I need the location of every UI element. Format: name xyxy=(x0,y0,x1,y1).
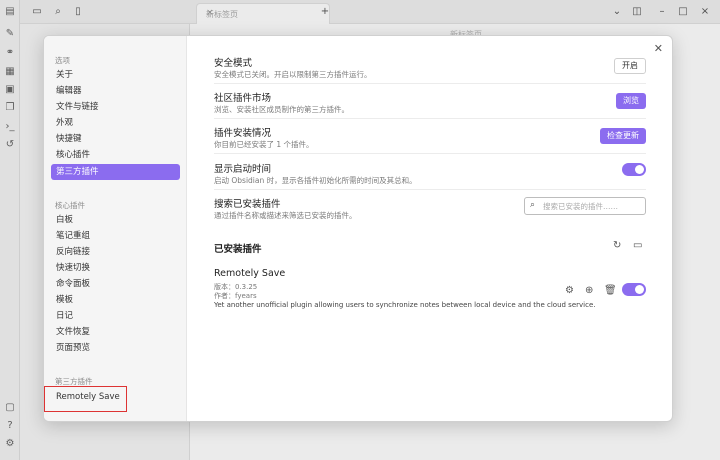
sidebar-item-hotkeys[interactable]: 快捷键 xyxy=(51,131,180,147)
sidebar-item-appearance[interactable]: 外观 xyxy=(51,115,180,131)
plugin-item: Remotely Save 版本：0.3.25 作者：fyears Yet an… xyxy=(214,268,646,310)
setting-title: 插件安装情况 xyxy=(214,128,272,139)
sidebar-item-community-plugins[interactable]: 第三方插件 xyxy=(51,164,180,180)
sidebar-item-page-preview[interactable]: 页面预览 xyxy=(51,340,180,356)
reload-icon[interactable]: ↻ xyxy=(613,240,621,251)
sidebar-item-about[interactable]: 关于 xyxy=(51,67,180,83)
enable-safe-mode-button[interactable]: 开启 xyxy=(614,58,646,74)
check-updates-button[interactable]: 检查更新 xyxy=(600,128,646,144)
sidebar-item-editor[interactable]: 编辑器 xyxy=(51,83,180,99)
setting-desc: 安全模式已关闭。开启以限制第三方插件运行。 xyxy=(214,70,372,79)
installed-plugins-header: 已安装插件 xyxy=(214,244,262,255)
options-header: 选项 xyxy=(55,56,70,65)
setting-desc: 浏览、安装社区成员制作的第三方插件。 xyxy=(214,105,349,114)
sidebar-item-command-palette[interactable]: 命令面板 xyxy=(51,276,180,292)
setting-desc: 启动 Obsidian 时，显示各插件初始化所需的时间及其总和。 xyxy=(214,176,417,185)
settings-sidebar: 选项 关于 编辑器 文件与链接 外观 快捷键 核心插件 第三方插件 核心插件 白… xyxy=(44,36,187,421)
modal-close-icon[interactable]: ✕ xyxy=(654,42,663,55)
settings-content: ✕ 安全模式 安全模式已关闭。开启以限制第三方插件运行。 开启 社区插件市场 浏… xyxy=(187,36,672,421)
search-box: ⌕ xyxy=(524,197,646,215)
sidebar-item-core-plugins[interactable]: 核心插件 xyxy=(51,147,180,163)
browse-button[interactable]: 浏览 xyxy=(616,93,646,109)
sidebar-item-quick-switcher[interactable]: 快速切换 xyxy=(51,260,180,276)
plugin-version: 版本：0.3.25 xyxy=(214,283,258,291)
highlight-box xyxy=(44,386,127,412)
core-plugins-header: 核心插件 xyxy=(55,201,85,210)
plugin-author: 作者：fyears xyxy=(214,292,257,300)
startup-time-toggle[interactable] xyxy=(622,163,646,176)
sidebar-item-files-links[interactable]: 文件与链接 xyxy=(51,99,180,115)
plugin-enable-toggle[interactable] xyxy=(622,283,646,296)
setting-startup-time: 显示启动时间 启动 Obsidian 时，显示各插件初始化所需的时间及其总和。 xyxy=(214,161,646,190)
settings-modal: 选项 关于 编辑器 文件与链接 外观 快捷键 核心插件 第三方插件 核心插件 白… xyxy=(43,35,673,422)
sidebar-item-backlinks[interactable]: 反向链接 xyxy=(51,244,180,260)
search-installed-input[interactable] xyxy=(543,200,641,212)
plugin-description: Yet another unofficial plugin allowing u… xyxy=(214,301,596,309)
sidebar-item-canvas[interactable]: 白板 xyxy=(51,212,180,228)
plugin-trash-icon[interactable]: 🗑 xyxy=(604,285,617,296)
setting-community-market: 社区插件市场 浏览、安装社区成员制作的第三方插件。 浏览 xyxy=(214,90,646,119)
sidebar-item-file-recovery[interactable]: 文件恢复 xyxy=(51,324,180,340)
search-icon: ⌕ xyxy=(530,200,536,210)
open-folder-icon[interactable]: ▭ xyxy=(633,240,642,251)
setting-title: 搜索已安装插件 xyxy=(214,199,281,210)
setting-title: 社区插件市场 xyxy=(214,93,272,104)
setting-desc: 你目前已经安装了 1 个插件。 xyxy=(214,140,314,149)
plugin-settings-gear-icon[interactable]: ⚙ xyxy=(565,285,574,296)
sidebar-item-templates[interactable]: 模板 xyxy=(51,292,180,308)
setting-safe-mode: 安全模式 安全模式已关闭。开启以限制第三方插件运行。 开启 xyxy=(214,55,646,84)
setting-title: 显示启动时间 xyxy=(214,164,272,175)
setting-desc: 通过插件名称或描述来筛选已安装的插件。 xyxy=(214,211,357,220)
plugin-name: Remotely Save xyxy=(214,268,286,279)
plugin-add-icon[interactable]: ⊕ xyxy=(585,285,593,296)
sidebar-item-daily-notes[interactable]: 日记 xyxy=(51,308,180,324)
setting-title: 安全模式 xyxy=(214,58,253,69)
setting-search-installed: 搜索已安装插件 通过插件名称或描述来筛选已安装的插件。 ⌕ xyxy=(214,196,646,225)
setting-plugin-install: 插件安装情况 你目前已经安装了 1 个插件。 检查更新 xyxy=(214,125,646,154)
sidebar-item-note-composer[interactable]: 笔记重组 xyxy=(51,228,180,244)
